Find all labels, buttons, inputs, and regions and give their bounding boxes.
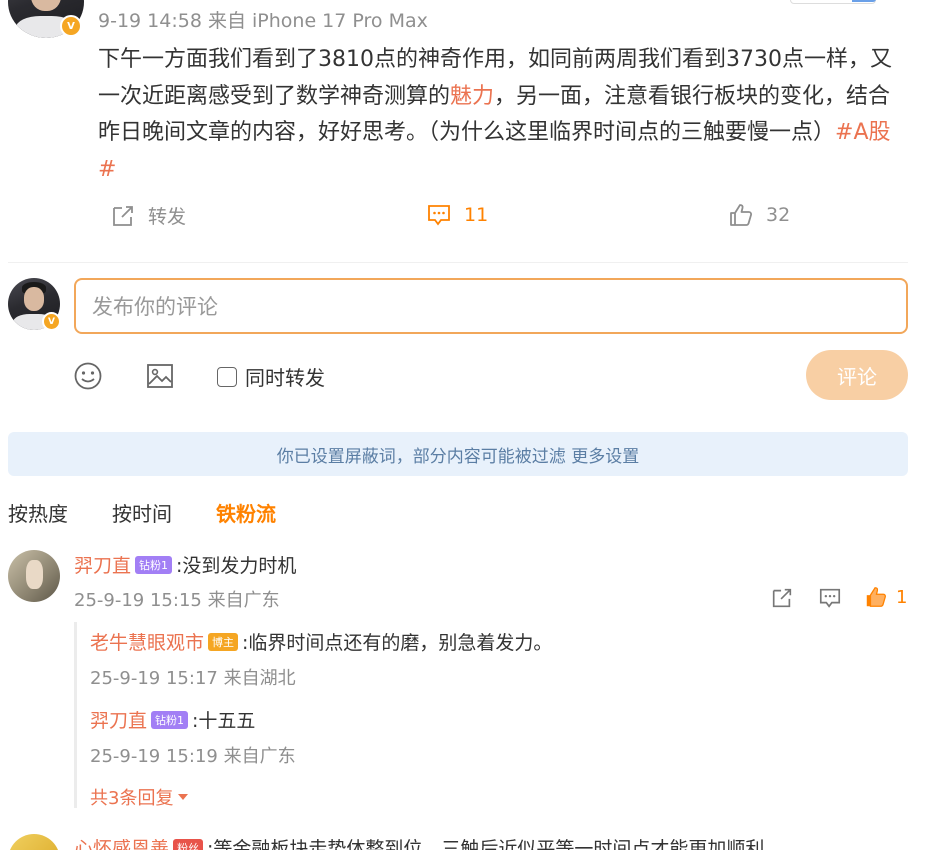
- filter-notice[interactable]: 你已设置屏蔽词，部分内容可能被过滤 更多设置: [8, 432, 908, 476]
- comment-like-count: 1: [896, 586, 908, 608]
- comment-input-placeholder: 发布你的评论: [92, 295, 218, 319]
- comment-icon: [428, 205, 450, 226]
- reply-header: 羿刀直 钻粉1 :十五五: [90, 706, 255, 733]
- comment-button[interactable]: 11: [426, 202, 488, 228]
- commenter-name[interactable]: 心怀感恩善: [74, 834, 169, 850]
- reply-text: :临界时间点还有的磨，别急着发力。: [242, 632, 553, 654]
- reply-text: :十五五: [192, 710, 256, 732]
- post-text-highlight[interactable]: 魅力: [450, 84, 494, 109]
- blogger-badge: 博主: [208, 632, 239, 651]
- fan-badge: 钻粉1: [135, 555, 173, 574]
- repost-button[interactable]: 转发: [110, 202, 186, 229]
- submit-comment-button[interactable]: 评论: [806, 350, 908, 400]
- thumbs-up-icon: [730, 204, 753, 226]
- comment-time: 25-9-19 15:15 来自广东: [74, 590, 280, 611]
- fan-badge: 粉丝: [173, 838, 204, 850]
- tab-hot[interactable]: 按热度: [8, 498, 68, 527]
- reply-thread: 老牛慧眼观市 博主 :临界时间点还有的磨，别急着发力。 25-9-19 15:1…: [74, 622, 908, 810]
- post-text: 下午一方面我们看到了3810点的神奇作用，如同前两周我们看到3730点一样，又一…: [98, 42, 898, 188]
- verified-badge-icon: V: [60, 15, 82, 37]
- also-repost-checkbox[interactable]: 同时转发: [217, 362, 325, 391]
- replier-name[interactable]: 老牛慧眼观市: [90, 628, 204, 655]
- comment-text: :没到发力时机: [176, 555, 297, 577]
- comment-text: :等金融板块走势体整到位，三触后近似平等一时间点才能更加顺利: [207, 838, 765, 850]
- comment-sort-tabs: 按热度 按时间 铁粉流: [8, 498, 276, 527]
- checkbox-box: [217, 366, 237, 387]
- share-icon[interactable]: [770, 586, 794, 610]
- commenter-name[interactable]: 羿刀直: [74, 551, 131, 578]
- divider: [8, 262, 908, 263]
- caret-down-icon: [178, 794, 189, 800]
- comment-header: 羿刀直 钻粉1 :没到发力时机: [74, 551, 296, 578]
- comment-like-button[interactable]: 1: [864, 585, 907, 609]
- tab-time[interactable]: 按时间: [112, 498, 172, 527]
- commenter-avatar[interactable]: [8, 834, 60, 850]
- comment-header: 心怀感恩善 粉丝 :等金融板块走势体整到位，三触后近似平等一时间点才能更加顺利: [74, 834, 764, 850]
- replier-name[interactable]: 羿刀直: [90, 706, 147, 733]
- reply-time: 25-9-19 15:19 来自广东: [90, 746, 296, 767]
- more-replies-label: 共3条回复: [90, 788, 174, 809]
- reply-header: 老牛慧眼观市 博主 :临界时间点还有的磨，别急着发力。: [90, 628, 552, 655]
- comment-input[interactable]: 发布你的评论: [74, 278, 908, 334]
- tab-fans[interactable]: 铁粉流: [216, 498, 276, 527]
- repost-icon: [113, 205, 133, 226]
- fan-badge: 钻粉1: [151, 710, 189, 729]
- comment-count: 11: [464, 204, 489, 226]
- emoji-icon[interactable]: [73, 361, 103, 391]
- like-count: 32: [766, 204, 791, 226]
- image-icon[interactable]: [145, 361, 175, 391]
- commenter-avatar[interactable]: [8, 550, 60, 602]
- also-repost-label: 同时转发: [245, 366, 325, 390]
- reply-icon[interactable]: [818, 586, 842, 610]
- reply-time: 25-9-19 15:17 来自湖北: [90, 668, 296, 689]
- more-replies-link[interactable]: 共3条回复: [90, 784, 189, 810]
- post-meta: 9-19 14:58 来自 iPhone 17 Pro Max: [98, 10, 428, 32]
- like-button[interactable]: 32: [728, 202, 790, 228]
- repost-label: 转发: [148, 206, 187, 228]
- verified-badge-icon: V: [42, 312, 61, 331]
- thumbs-up-filled-icon: [866, 587, 886, 607]
